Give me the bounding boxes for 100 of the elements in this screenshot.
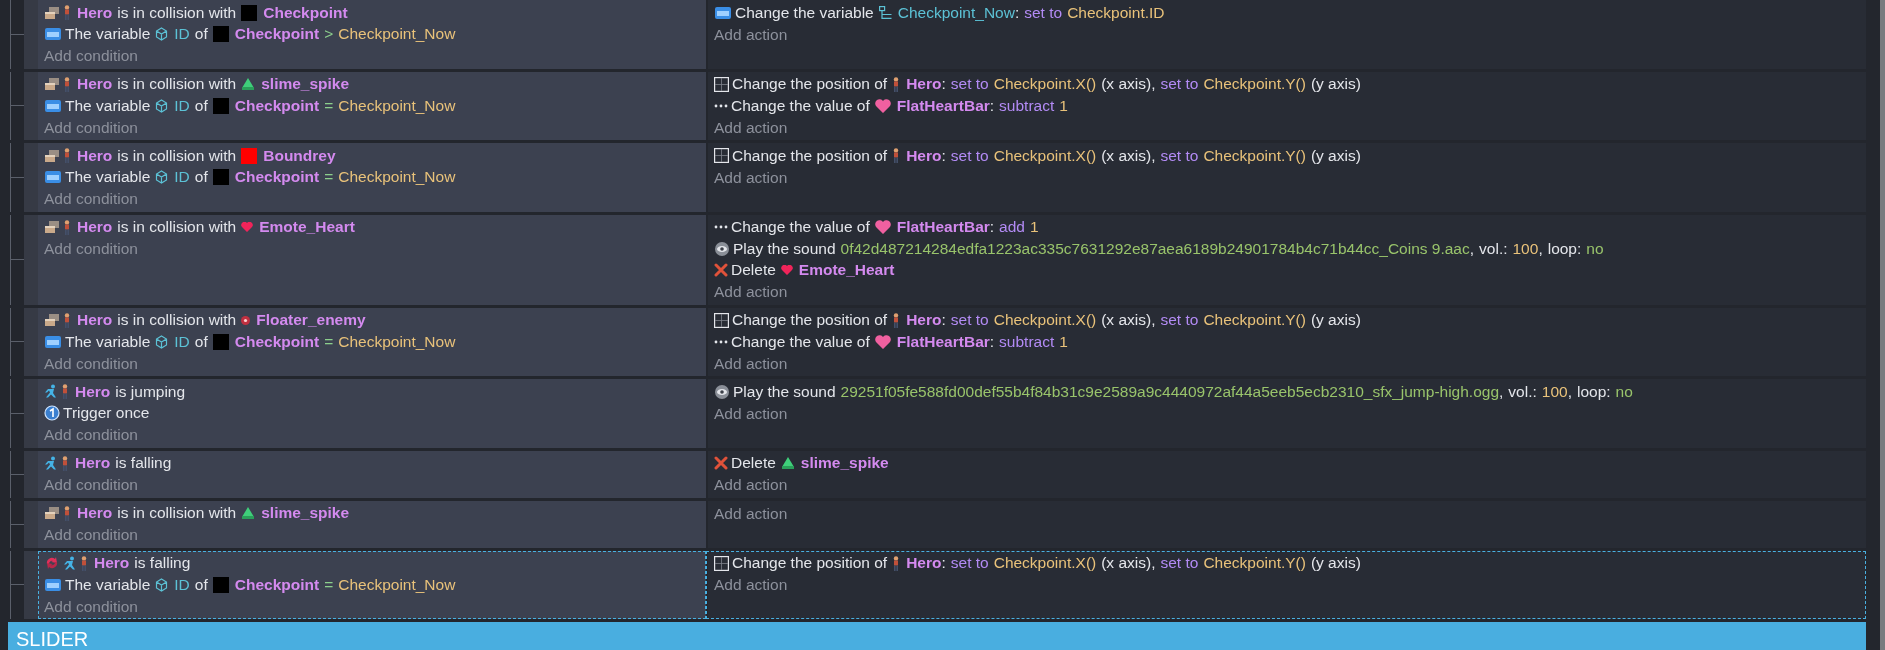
drag-handle[interactable] [24, 214, 38, 305]
add-condition-link[interactable]: Add condition [44, 352, 138, 374]
add-action-link[interactable]: Add action [714, 502, 788, 524]
instruction-text: is in collision with [117, 75, 237, 94]
add-action-link[interactable]: Add action [714, 474, 788, 496]
expression-value: Checkpoint_Now [338, 575, 456, 594]
instruction-text: Change the position of [732, 554, 888, 573]
instruction-text: is in collision with [117, 146, 237, 165]
instruction-text: , [1151, 554, 1156, 573]
drag-handle[interactable] [24, 71, 38, 140]
stacked-boxes-icon [44, 4, 60, 21]
operation-keyword: subtract [999, 332, 1055, 351]
variable-name: ID [174, 96, 190, 115]
instruction-text: (y axis) [1310, 554, 1361, 573]
string-value: no [1586, 239, 1604, 258]
string-value: no [1615, 382, 1633, 401]
instruction-text: : [941, 311, 946, 330]
variable-name: ID [174, 25, 190, 44]
instruction-text: is in collision with [117, 311, 237, 330]
operation-keyword: set to [950, 311, 989, 330]
add-condition-link[interactable]: Add condition [44, 116, 138, 138]
expression-value: Checkpoint.X() [993, 554, 1097, 573]
add-condition-link[interactable]: Add condition [44, 188, 138, 210]
add-condition-link[interactable]: Add condition [44, 524, 138, 546]
instruction-text: (y axis) [1310, 311, 1361, 330]
character-sprite-icon [80, 555, 88, 571]
add-condition-link[interactable]: Add condition [44, 474, 138, 496]
object-name: Floater_enemy [256, 311, 366, 330]
instruction-text: , [1538, 239, 1543, 258]
drag-handle[interactable] [24, 379, 38, 448]
cube-icon [155, 27, 169, 42]
object-name: slime_spike [261, 504, 350, 523]
operation-keyword: subtract [999, 96, 1055, 115]
add-condition-link[interactable]: Add condition [44, 45, 138, 67]
drag-handle[interactable] [24, 450, 38, 498]
crosshair-square-icon [714, 312, 729, 328]
drag-handle[interactable] [24, 550, 38, 619]
scrollbar[interactable] [1880, 0, 1885, 650]
add-action-link[interactable]: Add action [714, 402, 788, 424]
object-name: Hero [77, 311, 113, 330]
instruction-text: : [1014, 3, 1020, 22]
operator-sign: = [324, 332, 334, 351]
drag-handle[interactable] [24, 307, 38, 376]
instruction-text: Trigger once [63, 404, 150, 423]
operation-keyword: set to [950, 146, 989, 165]
object-name: Checkpoint [263, 3, 348, 22]
expression-value: Checkpoint_Now [338, 96, 456, 115]
heart-icon [241, 222, 254, 233]
expression-value: Checkpoint_Now [338, 25, 456, 44]
object-name: Hero [906, 75, 942, 94]
number-value: 1 [1059, 96, 1068, 115]
add-action-link[interactable]: Add action [714, 116, 788, 138]
instruction-text: , [1151, 311, 1156, 330]
object-name: FlatHeartBar [896, 218, 990, 237]
var-badge-icon [44, 28, 62, 41]
number-one-icon [44, 405, 60, 422]
drag-handle[interactable] [24, 0, 38, 69]
cube-icon [155, 334, 169, 349]
instruction-text: Change the variable [735, 3, 874, 22]
add-action-link[interactable]: Add action [714, 352, 788, 374]
slime-sprite-icon [241, 78, 256, 91]
add-condition-link[interactable]: Add condition [44, 424, 138, 446]
add-action-link[interactable]: Add action [714, 23, 788, 45]
instruction-text: is in collision with [117, 218, 237, 237]
instruction-text: is in collision with [117, 3, 237, 22]
character-sprite-icon [892, 555, 901, 571]
instruction-text: , [1499, 382, 1504, 401]
cube-icon [155, 577, 169, 592]
drag-handle[interactable] [24, 143, 38, 212]
instruction-text: , [1151, 75, 1156, 94]
add-action-link[interactable]: Add action [714, 574, 788, 596]
add-action-link[interactable]: Add action [714, 281, 788, 303]
operation-keyword: set to [1160, 311, 1199, 330]
group-header[interactable]: SLIDER [8, 622, 1866, 650]
variable-name: ID [174, 168, 190, 187]
heart-icon [874, 98, 891, 113]
expression-value: Checkpoint.Y() [1203, 311, 1306, 330]
add-condition-link[interactable]: Add condition [44, 595, 138, 617]
tree-connector [10, 550, 24, 619]
object-name: slime_spike [800, 454, 889, 473]
add-condition-link[interactable]: Add condition [44, 238, 138, 260]
var-badge-icon [44, 99, 62, 112]
character-sprite-icon [892, 76, 901, 92]
instruction-text: (x axis) [1101, 311, 1152, 330]
instruction-text: : [941, 146, 946, 165]
slime-sprite-icon [241, 507, 256, 520]
heart-icon [874, 334, 891, 349]
speaker-disc-icon [714, 383, 730, 400]
object-name: Hero [906, 554, 942, 573]
instruction-text: Change the value of [731, 96, 870, 115]
stacked-boxes-icon [44, 147, 60, 164]
character-sprite-icon [63, 5, 71, 21]
running-figure-icon [44, 384, 58, 400]
instruction-text: , [1151, 146, 1156, 165]
add-action-link[interactable]: Add action [714, 166, 788, 188]
instruction-text: is falling [134, 554, 191, 573]
object-name: Hero [77, 504, 113, 523]
orb-sprite-icon [241, 315, 251, 325]
drag-handle[interactable] [24, 500, 38, 548]
instruction-text: Play the sound [733, 382, 836, 401]
